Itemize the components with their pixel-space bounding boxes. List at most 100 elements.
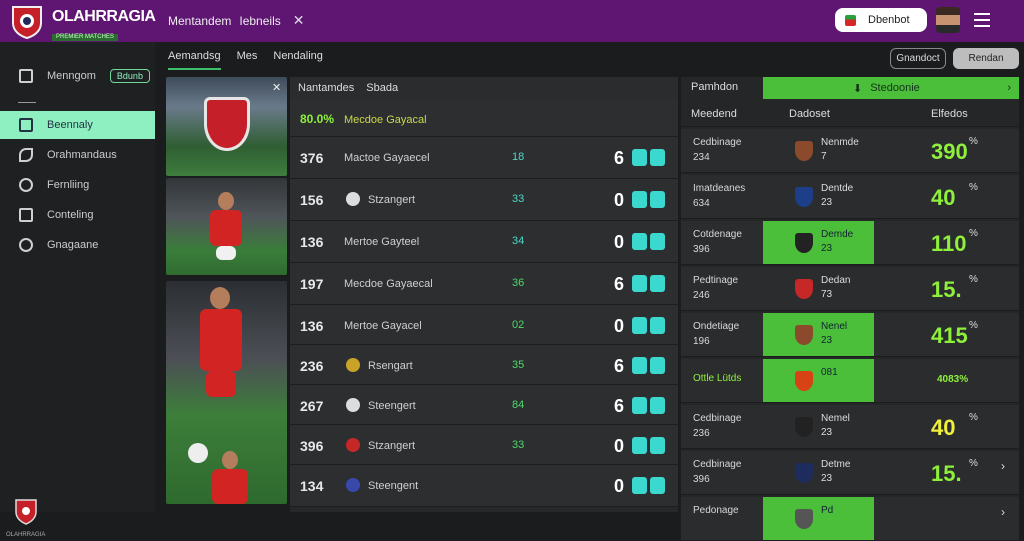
odds-button[interactable] [632,191,647,208]
sidebar-item-home[interactable]: Menngom Bdunb [0,62,155,90]
match-row[interactable]: 156 Stzangert 33 0 [290,179,678,221]
odds-button[interactable] [632,149,647,166]
standings-club: Dedan [821,275,851,286]
sidebar-item-beennaly[interactable]: Beennaly [0,111,155,139]
tab-nendaling[interactable]: Nendaling [273,50,323,70]
standings-cell: Dedan 73 [763,267,874,310]
sidebar-item-label: Gnagaane [47,239,99,251]
standings-value: 234 [693,152,710,163]
standings-club-value: 7 [821,151,827,162]
standings-row[interactable]: Pedonage Pd › [681,497,1019,541]
nav-item-1[interactable]: Mentandem [168,14,231,28]
standings-row[interactable]: Pedtinage 246 Dedan 73 15.% [681,267,1019,311]
tab-mes[interactable]: Mes [237,50,258,70]
close-icon[interactable]: ✕ [272,81,281,94]
player-action-photo[interactable] [166,281,287,504]
standings-row[interactable]: Cotdenage 396 Demde 23 110% [681,221,1019,265]
chevron-right-icon[interactable]: › [1001,459,1005,473]
club-crest-icon [204,97,250,151]
player-photo[interactable] [166,178,287,275]
standings-row[interactable]: Ondetiage 196 Nenel 23 415% [681,313,1019,357]
odds-button[interactable] [632,317,647,334]
odds-button[interactable] [632,477,647,494]
match-score: 6 [614,148,625,168]
match-team-name: Mecdoe Gayaecal [344,278,433,290]
standings-sub-2: Dadoset [789,108,830,120]
avatar[interactable] [936,7,960,33]
standings-team: Cedbinage [693,137,742,148]
match-row[interactable]: 236 Rsengart 35 6 [290,345,678,385]
odds-button[interactable] [632,397,647,414]
odds-button[interactable] [650,275,665,292]
sidebar-item-gnagaane[interactable]: Gnagaane [0,231,155,259]
standings-panel: Pamhdon ⬇ Stedoonie › Meedend Dadoset El… [681,77,1019,541]
team-crest-icon [795,509,813,529]
nav-item-2[interactable]: Iebneils [239,14,280,28]
match-row[interactable]: 197 Mecdoe Gayaecal 36 6 [290,263,678,305]
odds-button[interactable] [632,233,647,250]
match-score: 0 [614,232,625,252]
sidebar-item-conteling[interactable]: Conteling [0,201,155,229]
odds-button[interactable] [650,233,665,250]
standings-row[interactable]: Ottle Lütds 081 4083% [681,359,1019,403]
odds-button[interactable] [632,437,647,454]
match-row[interactable]: 136 Mertoe Gayacel 02 0 [290,305,678,345]
percent-sign: % [969,182,978,193]
match-row[interactable]: 396 Stzangert 33 0 [290,425,678,465]
odds-button[interactable] [650,149,665,166]
odds-button[interactable] [650,437,665,454]
chevron-right-icon[interactable]: › [1007,82,1011,94]
standings-row[interactable]: Cedbinage 236 Nemel 23 40% [681,405,1019,449]
standings-row[interactable]: Cedbinage 396 Detme 23 15.% › [681,451,1019,495]
odds-button[interactable] [632,275,647,292]
team-crest-icon [795,371,813,391]
match-row[interactable]: 134 Steengent 0 [290,465,678,507]
match-row[interactable]: 136 Mertoe Gayteel 34 0 [290,221,678,263]
hamburger-icon[interactable] [974,13,990,27]
match-row[interactable]: 267 Steengert 84 6 [290,385,678,425]
chevron-right-icon[interactable]: › [1001,505,1005,519]
standings-club-value: 73 [821,289,833,300]
standings-percentage: 390 [931,139,968,164]
tab-aemandsg[interactable]: Aemandsg [168,50,221,70]
club-logo-icon[interactable] [10,4,44,40]
match-score: 6 [614,356,625,376]
matches-panel: Nantamdes Sbada 80.0% Mecdoe Gayacal 376 Ma… [290,77,678,512]
sidebar-item-orahmandaus[interactable]: Orahmandaus [0,141,155,169]
odds-button[interactable] [650,477,665,494]
standings-green-bar[interactable]: ⬇ Stedoonie › [763,77,1019,99]
calendar-icon [19,208,33,222]
standings-team: Ottle Lütds [693,373,742,384]
standings-sub-3: Elfedos [931,108,968,120]
standings-club: Demde [821,229,854,240]
match-number: 134 [300,478,324,494]
percent-sign: % [969,228,978,239]
matches-header: Nantamdes Sbada [290,77,678,99]
sidebar-item-fernliing[interactable]: Fernliing [0,171,155,199]
match-row[interactable]: 80.0% Mecdoe Gayacal [290,99,678,137]
match-row[interactable]: 376 Mactoe Gayaecel 18 6 [290,137,678,179]
sidebar-badge[interactable]: Bdunb [109,69,150,83]
sidebar-item-label: Menngom [47,70,96,82]
odds-button[interactable] [650,317,665,334]
odds-button[interactable] [650,191,665,208]
action-button[interactable]: Rendan [953,48,1019,69]
standings-percentage: 40 [931,415,956,440]
sidebar-item-label: Orahmandaus [47,149,117,161]
header-action-button[interactable]: Dbenbot [835,8,927,32]
odds-button[interactable] [632,357,647,374]
standings-cell: 081 [763,359,874,402]
standings-team: Cedbinage [693,459,742,470]
match-score: 0 [614,436,625,456]
gear-icon [19,238,33,252]
team-crest-icon [795,417,813,437]
odds-button[interactable] [650,357,665,374]
standings-row[interactable]: Cedbinage 234 Nenmde 7 390% [681,129,1019,173]
standings-percentage: 4083% [937,374,969,385]
stadium-photo[interactable]: ✕ [166,77,287,176]
standings-row[interactable]: Imatdeanes 634 Dentde 23 40% [681,175,1019,219]
filter-button[interactable]: Gnandoct [890,48,946,69]
odds-button[interactable] [650,397,665,414]
close-icon[interactable]: ✕ [293,12,305,29]
match-team-name: Steengert [368,400,416,412]
